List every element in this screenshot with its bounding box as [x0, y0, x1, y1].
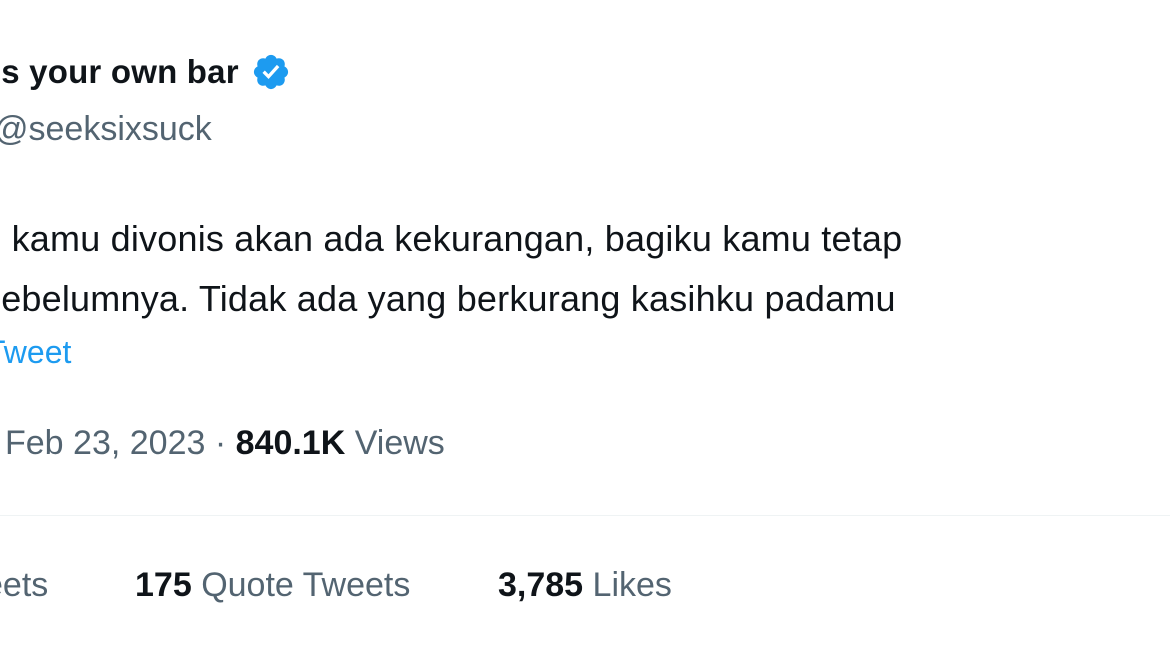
likes-stat[interactable]: 3,785 Likes: [498, 566, 672, 605]
author-display-name[interactable]: t's your own bar: [0, 52, 291, 92]
views-count: 840.1K: [235, 424, 346, 462]
divider: [0, 515, 1170, 516]
meta-separator: ·: [214, 424, 227, 462]
translate-tweet-link[interactable]: Tweet: [0, 334, 71, 371]
quote-tweets-count: 175: [135, 566, 192, 604]
tweet-text-line-1: ti kamu divonis akan ada kekurangan, bag…: [0, 218, 903, 259]
tweet-meta: Feb 23, 2023 · 840.1K Views: [5, 424, 445, 463]
tweet-text-line-2: sebelumnya. Tidak ada yang berkurang kas…: [0, 278, 896, 319]
likes-count: 3,785: [498, 566, 584, 604]
retweets-label: eets: [0, 566, 49, 604]
display-name-text[interactable]: t's your own bar: [0, 53, 239, 91]
verified-badge-icon[interactable]: [251, 52, 291, 92]
quote-tweets-stat[interactable]: 175 Quote Tweets: [135, 566, 410, 605]
author-handle[interactable]: @seeksixsuck: [0, 110, 212, 149]
views-label: Views: [354, 424, 445, 462]
tweet-date[interactable]: Feb 23, 2023: [5, 424, 205, 462]
retweets-stat[interactable]: eets: [0, 566, 48, 605]
quote-tweets-label: Quote Tweets: [201, 566, 411, 604]
likes-label: Likes: [592, 566, 672, 604]
